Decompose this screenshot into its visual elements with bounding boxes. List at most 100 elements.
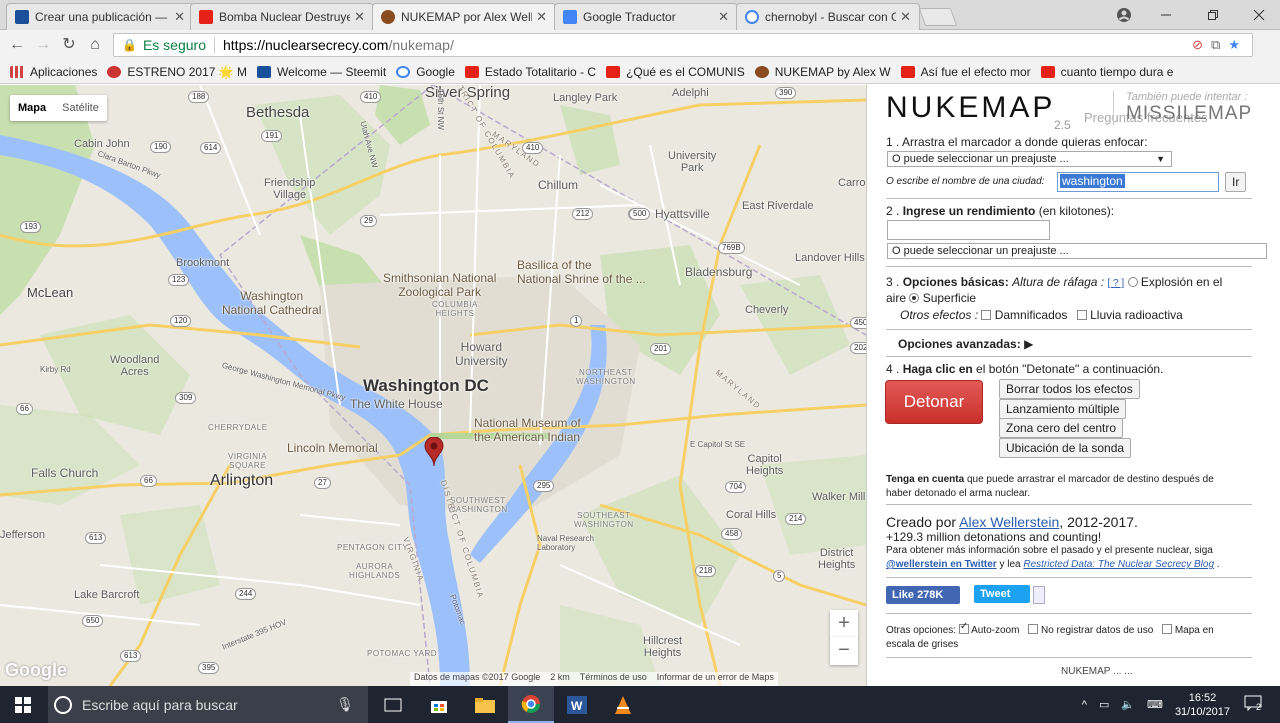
map-label-brookmont: Brookmont: [176, 257, 230, 269]
city-input[interactable]: washington: [1057, 172, 1219, 192]
no-log-checkbox[interactable]: [1028, 624, 1039, 634]
taskbar-search[interactable]: Escribe aquí para buscar 🎙: [48, 686, 368, 723]
multiple-launch-button[interactable]: Lanzamiento múltiple: [999, 399, 1127, 419]
restore-icon[interactable]: [1207, 0, 1219, 30]
advanced-label: Opciones avanzadas:: [898, 337, 1021, 351]
store-icon[interactable]: [416, 686, 462, 723]
step4-text: 4 . Haga clic en el botón "Detonate" a c…: [886, 362, 1163, 376]
yield-preset-select[interactable]: O puede seleccionar un preajuste ...: [887, 243, 1267, 259]
bookmark-item[interactable]: Así fue el efecto mor: [900, 65, 1031, 79]
route-shield: 613: [120, 650, 142, 662]
close-icon[interactable]: ✕: [536, 9, 547, 25]
vlc-icon[interactable]: [600, 686, 646, 723]
twitter-link[interactable]: @wellerstein en Twitter: [886, 559, 997, 570]
route-shield: 309: [175, 392, 197, 404]
center-ground-zero-button[interactable]: Zona cero del centro: [999, 418, 1124, 438]
tweet-button[interactable]: Tweet: [974, 585, 1030, 603]
window-close-icon[interactable]: [1253, 0, 1265, 30]
new-tab-button[interactable]: [918, 8, 958, 26]
surface-radio[interactable]: [909, 293, 920, 303]
map-scale: 2 km: [550, 672, 570, 682]
casualties-checkbox[interactable]: [981, 310, 992, 320]
blog-link[interactable]: Restricted Data: The Nuclear Secrecy Blo…: [1023, 559, 1214, 570]
network-icon[interactable]: ▭: [1099, 698, 1109, 711]
map-label-potomac-yard: POTOMAC YARD: [367, 649, 438, 658]
map-label-jefferson: Jefferson: [0, 529, 46, 541]
google-icon: [396, 65, 411, 78]
map-label-bladensburg: Bladensburg: [685, 265, 753, 279]
reload-icon[interactable]: ↻: [60, 36, 78, 54]
map-label-adelphi: Adelphi: [672, 87, 709, 99]
airburst-radio[interactable]: [1127, 277, 1138, 287]
route-shield: 500: [629, 208, 651, 220]
report-error-link[interactable]: Informar de un error de Maps: [657, 672, 774, 686]
route-shield: 191: [261, 130, 283, 142]
facebook-like-button[interactable]: Like 278K: [886, 586, 960, 604]
microphone-icon[interactable]: 🎙: [336, 696, 354, 713]
map-type-satellite[interactable]: Satélite: [54, 95, 107, 121]
advanced-options-toggle[interactable]: Opciones avanzadas: ▶: [898, 337, 1033, 351]
tab-steemit[interactable]: Crear una publicación — ✕: [6, 3, 194, 30]
svg-text:W: W: [571, 699, 583, 713]
bookmark-item[interactable]: NUKEMAP by Alex W: [754, 65, 891, 79]
clock[interactable]: 16:52 31/10/2017: [1175, 691, 1230, 719]
missilemap-link[interactable]: MISSILEMAP: [1126, 103, 1273, 125]
back-icon[interactable]: ←: [8, 36, 26, 54]
tab-youtube[interactable]: Bomba Nuclear Destruye ✕: [190, 3, 374, 30]
grayscale-label-2: escala de grises: [886, 639, 959, 650]
bookmark-item[interactable]: Welcome — Steemit: [257, 65, 386, 79]
map-type-map[interactable]: Mapa: [10, 95, 54, 121]
terms-link[interactable]: Términos de uso: [580, 672, 647, 686]
block-icon[interactable]: ⊘: [1192, 37, 1203, 53]
grayscale-checkbox[interactable]: [1162, 624, 1173, 634]
zoom-in-button[interactable]: +: [830, 610, 858, 638]
file-explorer-icon[interactable]: [462, 686, 508, 723]
forward-icon[interactable]: →: [34, 36, 52, 54]
autozoom-checkbox[interactable]: [958, 621, 969, 634]
tab-google-search[interactable]: chernobyl - Buscar con G ✕: [736, 3, 920, 30]
route-shield: 613: [85, 532, 107, 544]
notifications-icon[interactable]: 2: [1244, 695, 1270, 714]
language-icon[interactable]: ⌨: [1147, 698, 1163, 711]
star-icon[interactable]: ★: [1228, 37, 1240, 53]
fallout-checkbox[interactable]: [1076, 310, 1087, 320]
windows-start-icon[interactable]: [0, 686, 46, 723]
word-icon[interactable]: W: [554, 686, 600, 723]
bookmark-item[interactable]: Estado Totalitario - C: [464, 65, 596, 79]
bookmark-item[interactable]: Google: [396, 65, 455, 79]
translate-icon[interactable]: ⧉: [1211, 37, 1220, 53]
help-link[interactable]: [ ? ]: [1107, 278, 1124, 289]
chrome-icon[interactable]: [508, 686, 554, 723]
bookmark-item[interactable]: ESTRENO 2017 🌟 M: [107, 65, 247, 79]
yield-input[interactable]: [887, 220, 1050, 240]
show-hidden-icons[interactable]: ^: [1082, 699, 1087, 711]
task-view-icon[interactable]: [370, 686, 416, 723]
close-icon[interactable]: ✕: [354, 9, 365, 25]
zoom-out-button[interactable]: −: [830, 637, 858, 665]
volume-icon[interactable]: 🔈: [1121, 698, 1135, 711]
profile-icon[interactable]: [1116, 0, 1132, 30]
bookmark-label: Welcome — Steemit: [277, 64, 387, 79]
map-label-naval-research: Naval Research Laboratory: [537, 534, 594, 552]
tab-translate[interactable]: Google Traductor ✕: [554, 3, 738, 30]
author-link[interactable]: Alex Wellerstein: [959, 514, 1059, 530]
home-icon[interactable]: ⌂: [86, 36, 104, 54]
years-label: , 2012-2017.: [1059, 514, 1138, 530]
close-icon[interactable]: ✕: [718, 9, 729, 25]
probe-location-button[interactable]: Ubicación de la sonda: [999, 438, 1132, 458]
bookmark-item[interactable]: ¿Qué es el COMUNIS: [606, 65, 745, 79]
close-icon[interactable]: ✕: [900, 9, 911, 25]
close-icon[interactable]: ✕: [174, 9, 185, 25]
minimize-icon[interactable]: [1160, 0, 1172, 30]
tab-nukemap[interactable]: NUKEMAP por Alex Welle ✕: [372, 3, 556, 30]
bookmark-apps[interactable]: Aplicaciones: [10, 65, 97, 79]
map-canvas[interactable]: Bethesda Silver Spring Langley Park Adel…: [0, 85, 866, 686]
target-preset-select[interactable]: O puede seleccionar un preajuste ... ▼: [887, 151, 1172, 167]
route-shield: 120: [170, 315, 192, 327]
detonate-button[interactable]: Detonar: [885, 380, 983, 424]
clear-effects-button[interactable]: Borrar todos los efectos: [999, 379, 1140, 399]
url-path: /nukemap/: [388, 37, 454, 53]
bookmark-item[interactable]: cuanto tiempo dura e: [1040, 65, 1173, 79]
address-bar[interactable]: 🔒 Es seguro https://nuclearsecrecy.com /…: [113, 33, 1253, 57]
go-button[interactable]: Ir: [1225, 172, 1247, 192]
